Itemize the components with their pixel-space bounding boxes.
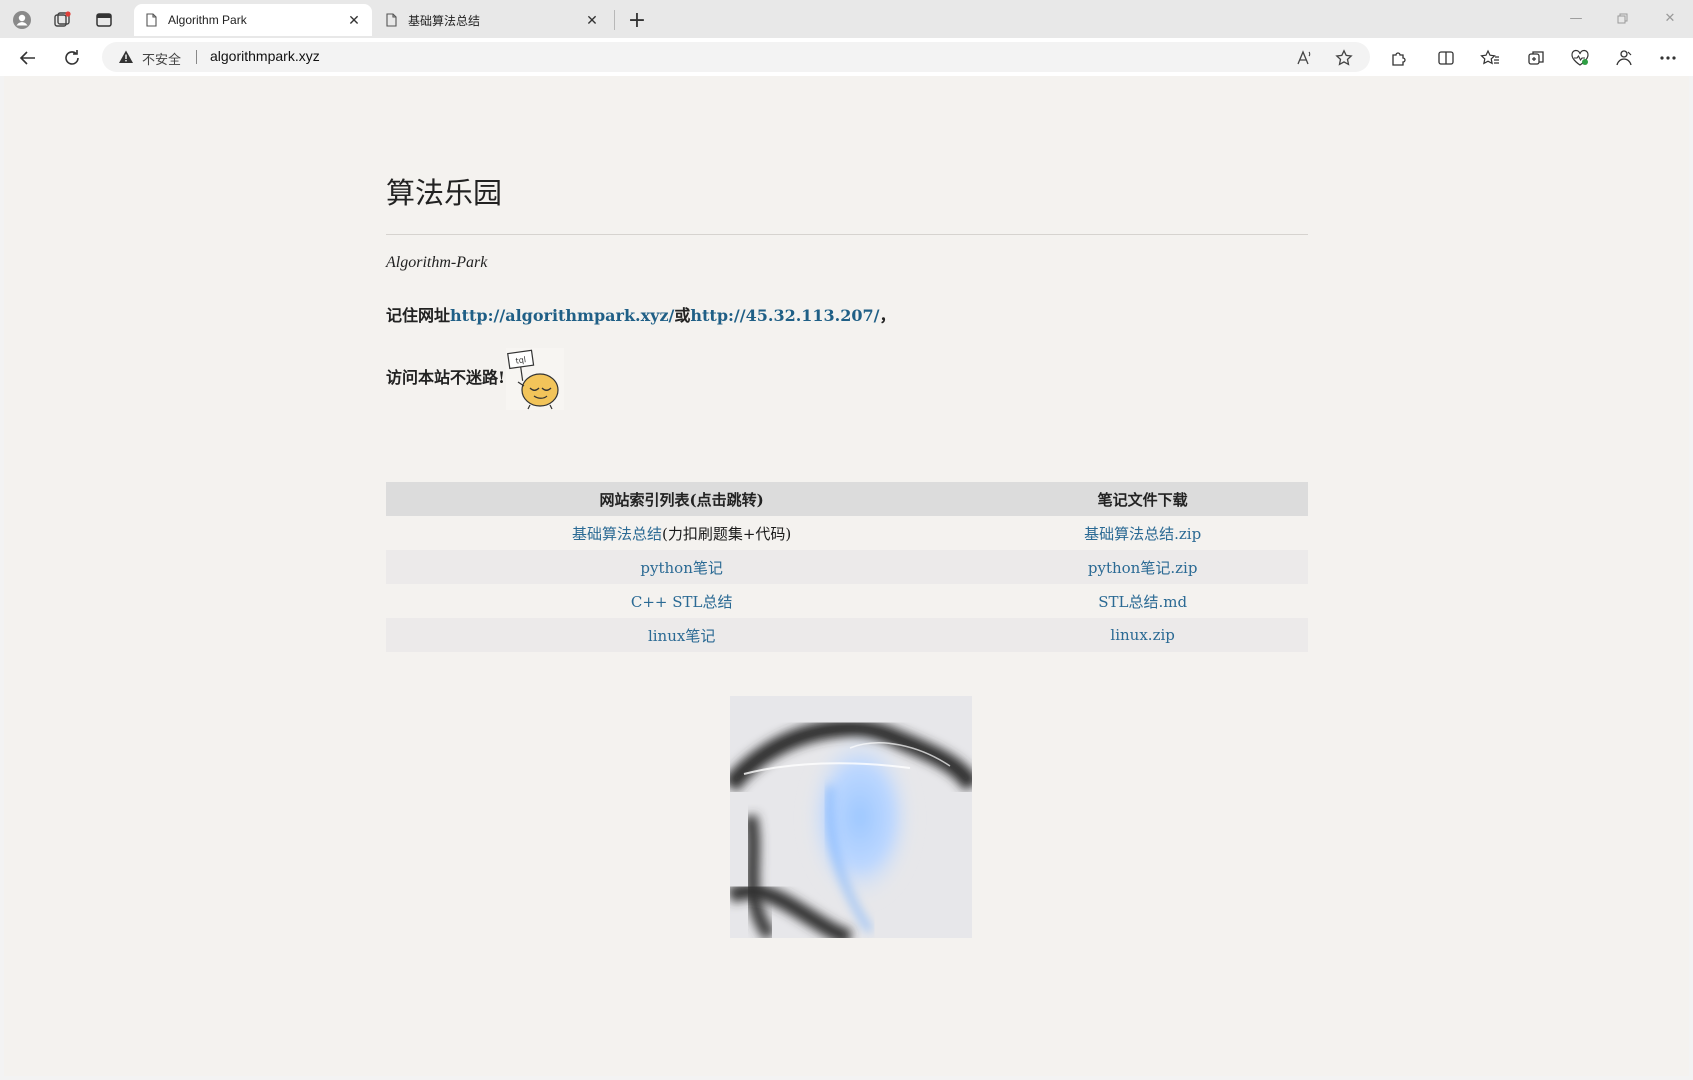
- index-cell: python笔记: [386, 550, 978, 584]
- tab-algorithm-park[interactable]: Algorithm Park ✕: [134, 4, 372, 36]
- address-divider: [196, 50, 197, 64]
- download-link[interactable]: 基础算法总结.zip: [1084, 525, 1201, 543]
- tab-actions-icon[interactable]: [92, 8, 116, 32]
- split-screen-icon[interactable]: [1434, 46, 1458, 70]
- close-icon[interactable]: ✕: [582, 10, 602, 30]
- remember-or: 或: [674, 306, 691, 325]
- index-link[interactable]: C++ STL总结: [631, 593, 733, 611]
- close-icon[interactable]: ✕: [344, 10, 364, 30]
- table-row: python笔记 python笔记.zip: [386, 550, 1308, 584]
- index-link[interactable]: linux笔记: [648, 627, 715, 645]
- restore-icon[interactable]: [1607, 6, 1637, 30]
- browser-toolbar: 不安全 algorithmpark.xyz: [0, 38, 1693, 76]
- table-row: 基础算法总结(力扣刷题集+代码) 基础算法总结.zip: [386, 516, 1308, 550]
- index-link[interactable]: 基础算法总结: [572, 525, 662, 543]
- download-link[interactable]: linux.zip: [1110, 626, 1174, 644]
- page-icon: [146, 13, 157, 27]
- remember-prefix: 记住网址: [386, 306, 451, 325]
- remember-address-line: 记住网址http://algorithmpark.xyz/或http://45.…: [386, 302, 896, 326]
- workspaces-icon[interactable]: [50, 8, 74, 32]
- table-row: linux笔记 linux.zip: [386, 618, 1308, 652]
- tql-sticker-image: tql: [506, 348, 564, 410]
- star-icon[interactable]: [1334, 48, 1354, 68]
- table-row: C++ STL总结 STL总结.md: [386, 584, 1308, 618]
- address-bar[interactable]: 不安全 algorithmpark.xyz: [102, 42, 1370, 72]
- page-viewport: 算法乐园 Algorithm-Park 记住网址http://algorithm…: [4, 76, 1689, 1076]
- index-cell: C++ STL总结: [386, 584, 977, 618]
- puzzle-icon[interactable]: [1386, 46, 1410, 70]
- header-download: 笔记文件下载: [977, 482, 1308, 516]
- page-subtitle: Algorithm-Park: [386, 254, 488, 271]
- remember-suffix: ，: [879, 306, 896, 325]
- url-text[interactable]: algorithmpark.xyz: [210, 48, 320, 64]
- minimize-icon[interactable]: —: [1561, 6, 1591, 30]
- favorites-icon[interactable]: [1478, 46, 1502, 70]
- copilot-icon[interactable]: [1612, 46, 1636, 70]
- tab-basic-algorithms[interactable]: 基础算法总结 ✕: [374, 4, 610, 36]
- collections-icon[interactable]: [1524, 46, 1548, 70]
- site-link-ip[interactable]: http://45.32.113.207/: [690, 306, 879, 325]
- reload-icon[interactable]: [58, 44, 86, 72]
- tab-strip: Algorithm Park ✕ 基础算法总结 ✕ + — ✕: [0, 0, 1693, 38]
- tab-divider: [614, 10, 615, 30]
- back-arrow-icon[interactable]: [14, 44, 42, 72]
- download-cell: STL总结.md: [977, 584, 1308, 618]
- page-icon: [386, 13, 397, 27]
- window-close-icon[interactable]: ✕: [1655, 6, 1685, 30]
- heart-pulse-icon[interactable]: [1568, 46, 1592, 70]
- index-extra: (力扣刷题集+代码): [662, 524, 792, 543]
- tab-title: 基础算法总结: [408, 13, 481, 28]
- visit-text: 访问本站不迷路!: [386, 368, 506, 387]
- header-index: 网站索引列表(点击跳转): [386, 482, 978, 516]
- profile-icon[interactable]: [10, 8, 34, 32]
- download-cell: python笔记.zip: [977, 550, 1308, 584]
- download-cell: linux.zip: [977, 618, 1308, 652]
- more-icon[interactable]: [1656, 46, 1680, 70]
- table-header-row: 网站索引列表(点击跳转) 笔记文件下载: [386, 482, 1308, 516]
- index-table: 网站索引列表(点击跳转) 笔记文件下载 基础算法总结(力扣刷题集+代码) 基础算…: [386, 482, 1308, 652]
- tab-title: Algorithm Park: [168, 13, 247, 27]
- download-cell: 基础算法总结.zip: [977, 516, 1308, 550]
- index-cell: linux笔记: [386, 618, 978, 652]
- warning-triangle-icon[interactable]: [118, 49, 134, 65]
- download-link[interactable]: python笔记.zip: [1088, 559, 1198, 577]
- download-link[interactable]: STL总结.md: [1098, 593, 1187, 611]
- page-title: 算法乐园: [386, 176, 503, 210]
- index-link[interactable]: python笔记: [640, 559, 722, 577]
- index-cell: 基础算法总结(力扣刷题集+代码): [386, 516, 977, 550]
- decorative-artwork-image: [730, 696, 972, 938]
- site-link-domain[interactable]: http://algorithmpark.xyz/: [450, 306, 674, 325]
- title-divider: [386, 234, 1308, 235]
- read-aloud-icon[interactable]: [1294, 48, 1314, 68]
- tql-sign-text: tql: [515, 355, 527, 365]
- new-tab-button[interactable]: +: [624, 7, 650, 33]
- security-label[interactable]: 不安全: [142, 49, 181, 68]
